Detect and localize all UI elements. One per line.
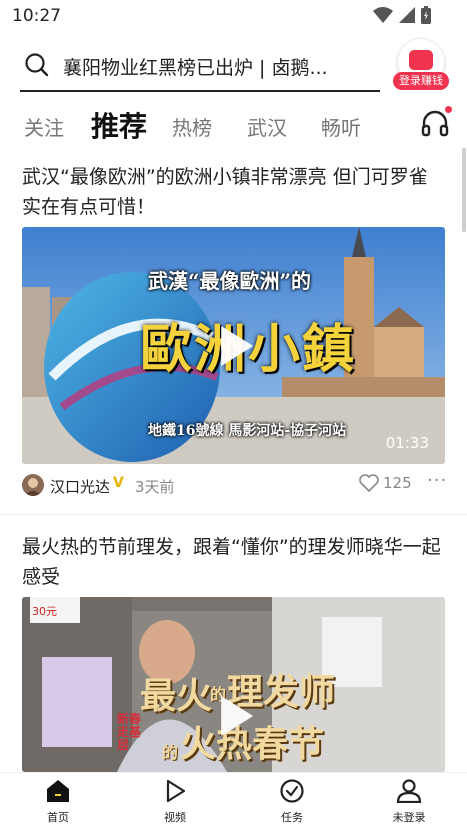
price-sign: 30元 — [32, 605, 57, 618]
author-name[interactable]: 汉口光达 — [50, 476, 110, 497]
search-icon — [25, 53, 49, 77]
nav-home-label: 首页 — [47, 811, 69, 824]
home-icon — [47, 780, 69, 802]
tab-listen[interactable]: 畅听 — [321, 112, 361, 141]
signal-icon — [399, 7, 415, 23]
video-overlay-bottom: 地鐵16號線 馬影河站-協子河站 — [148, 423, 347, 439]
nav-video[interactable]: 视频 — [145, 779, 205, 825]
battery-icon — [421, 6, 431, 24]
video-thumbnail[interactable]: 30元 最火 的 理发师 新春走基层 的 火热春节 — [22, 597, 445, 772]
verified-badge: V — [113, 475, 124, 491]
tab-follow[interactable]: 关注 — [24, 112, 64, 141]
more-options-icon[interactable]: ··· — [427, 470, 447, 491]
wifi-icon — [373, 7, 393, 23]
video-overlay-text: 新春走基层 — [117, 712, 142, 752]
play-icon[interactable] — [220, 696, 253, 736]
nav-tasks-label: 任务 — [281, 811, 303, 824]
nav-profile-label: 未登录 — [392, 811, 426, 824]
status-icons — [373, 6, 431, 24]
search-hot-text[interactable]: 襄阳物业红黑榜已出炉 | 卤鹅... — [63, 53, 363, 80]
video-duration: 01:33 — [385, 434, 429, 452]
tab-wuhan[interactable]: 武汉 — [247, 112, 287, 141]
feed-divider — [0, 514, 467, 515]
tab-recommend[interactable]: 推荐 — [91, 105, 147, 145]
search-bar[interactable]: 襄阳物业红黑榜已出炉 | 卤鹅... — [20, 40, 380, 92]
like-button[interactable]: 125 — [359, 474, 412, 492]
nav-tasks[interactable]: 任务 — [262, 779, 322, 825]
status-time: 10:27 — [12, 6, 61, 26]
time-ago: 3天前 — [135, 478, 175, 496]
video-overlay-text: 的 — [162, 743, 179, 762]
nav-profile[interactable]: 未登录 — [379, 779, 439, 825]
video-thumbnail[interactable]: 武漢“最像歐洲”的 歐洲小鎮 地鐵16號線 馬影河站-協子河站 01:33 — [22, 227, 445, 464]
login-earn-button[interactable]: 登录赚钱 — [393, 38, 449, 92]
user-icon — [396, 779, 422, 804]
avatar[interactable] — [22, 474, 44, 496]
wallet-icon — [409, 50, 433, 70]
video-overlay-top: 武漢“最像歐洲”的 — [148, 269, 312, 293]
status-bar: 10:27 — [0, 0, 467, 32]
video-overlay-text: 最火 — [140, 675, 213, 717]
play-icon — [166, 779, 186, 803]
nav-home[interactable]: 首页 — [28, 779, 88, 825]
tab-hot[interactable]: 热榜 — [172, 112, 212, 141]
heart-icon — [359, 474, 379, 492]
notification-dot — [445, 106, 452, 113]
login-earn-label: 登录赚钱 — [393, 72, 449, 90]
bottom-nav: 首页 视频 任务 未登录 — [0, 772, 467, 830]
article-meta: 汉口光达 V 3天前 125 ··· — [22, 470, 447, 500]
play-icon[interactable] — [220, 325, 253, 366]
nav-video-label: 视频 — [164, 811, 186, 824]
scrollbar[interactable] — [462, 148, 466, 232]
headphone-icon[interactable] — [420, 108, 450, 138]
check-circle-icon — [280, 779, 304, 803]
channel-tabs: 关注 推荐 热榜 武汉 畅听 — [0, 100, 467, 148]
like-count: 125 — [383, 474, 412, 492]
article-title[interactable]: 最火热的节前理发，跟着“懂你”的理发师晓华一起感受 — [22, 532, 442, 592]
article-title[interactable]: 武汉“最像欧洲”的欧洲小镇非常漂亮 但门可罗雀 实在有点可惜！ — [22, 162, 442, 222]
